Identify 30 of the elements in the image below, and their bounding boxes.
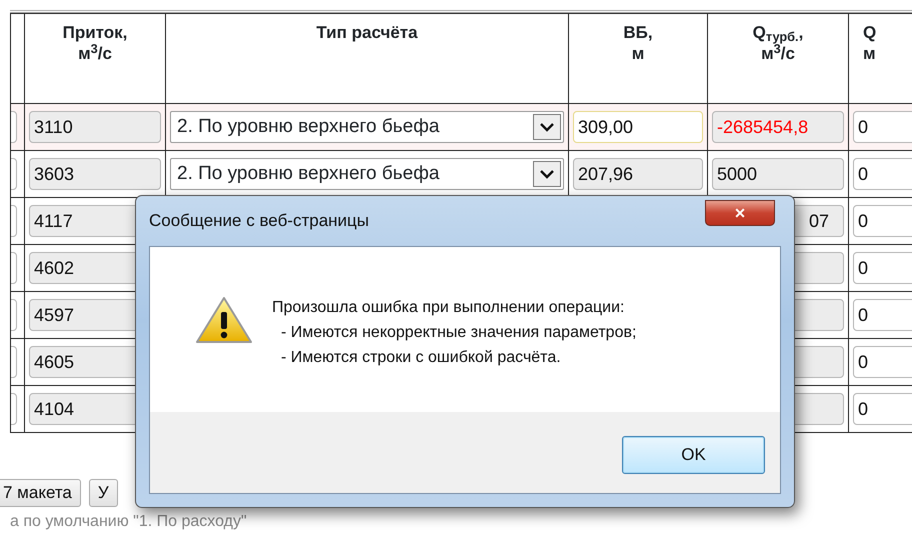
close-button[interactable]: × — [705, 200, 775, 226]
column-header: Q м — [863, 23, 876, 63]
message-text: Произошла ошибка при выполнении операции: — [272, 298, 626, 318]
input-field[interactable]: 0 — [853, 393, 912, 425]
chevron-down-icon — [539, 122, 555, 132]
hint-text: а по умолчанию "1. По расходу" — [10, 513, 248, 531]
warning-icon — [194, 295, 254, 345]
input-field[interactable]: 0 — [853, 111, 912, 143]
message-text: - Имеются некорректные значения параметров; — [280, 323, 636, 343]
column-header: Тип расчёта — [316, 23, 418, 42]
input-field[interactable]: 0 — [853, 346, 912, 378]
dropdown[interactable]: 2. По уровню верхнего бьефа — [170, 158, 564, 190]
message-text: - Имеются строки с ошибкой расчёта. — [280, 348, 562, 368]
input-field[interactable]: 5000 — [712, 158, 844, 190]
column-header: Приток, м$^{3}$/с — [62, 23, 128, 63]
input-field[interactable]: 0 — [853, 299, 912, 331]
ok-button[interactable]: OK — [622, 436, 765, 474]
action-button[interactable]: У — [88, 479, 118, 507]
input-field[interactable]: 0 — [853, 205, 912, 237]
input-field[interactable]: 207,96 — [573, 158, 703, 190]
input-field[interactable]: 0 — [853, 252, 912, 284]
column-header: ВБ, м — [623, 23, 653, 63]
input-field[interactable]: 3603 — [29, 158, 161, 190]
action-button[interactable]: 7 макета — [0, 479, 81, 507]
column-header: Q$_{турб.}$, м$^{3}$/с — [752, 23, 804, 63]
input-field[interactable]: 309,00 — [573, 111, 703, 143]
input-field[interactable]: 0 — [853, 158, 912, 190]
input-field[interactable]: 3110 — [29, 111, 161, 143]
chevron-down-icon — [539, 169, 555, 179]
dropdown[interactable]: 2. По уровню верхнего бьефа — [170, 111, 564, 143]
